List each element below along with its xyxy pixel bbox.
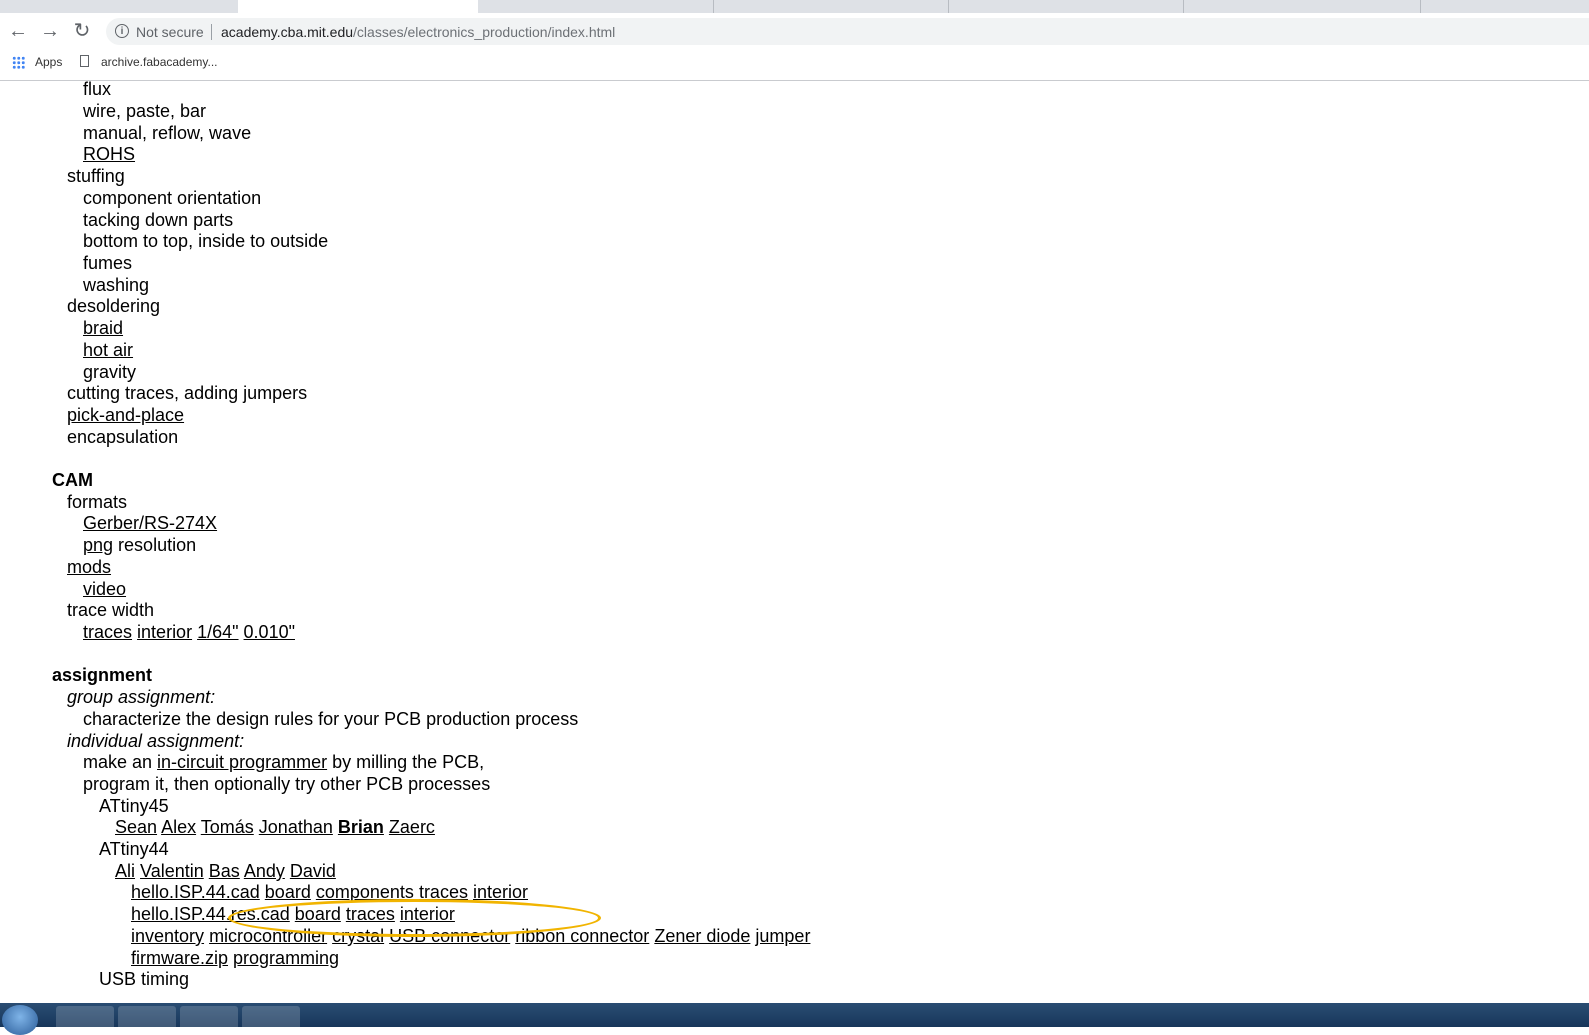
tab-active[interactable] (238, 0, 478, 13)
list-item: bottom to top, inside to outside (83, 231, 329, 251)
list-item: fumes (83, 253, 133, 273)
back-arrow-icon[interactable]: ← (6, 19, 30, 43)
link-width-0-010[interactable]: 0.010" (244, 622, 295, 642)
apps-grid-icon[interactable] (12, 56, 25, 69)
info-icon[interactable]: i (115, 24, 129, 38)
tab[interactable] (1183, 0, 1421, 13)
link-person[interactable]: Brian (338, 817, 384, 837)
link-microcontroller[interactable]: microcontroller (209, 926, 327, 946)
link-hello-isp-44-cad[interactable]: hello.ISP.44.cad (131, 882, 260, 902)
link-person[interactable]: Valentin (140, 861, 204, 881)
list-item: component orientation (83, 188, 262, 208)
taskbar-item[interactable] (180, 1006, 238, 1027)
list-item: trace width (67, 600, 155, 620)
browser-toolbar: ← → ↻ i Not secure academy.cba.mit.edu/c… (0, 13, 1589, 49)
page-content: flux wire, paste, bar manual, reflow, wa… (0, 81, 1589, 1003)
link-interior[interactable]: interior (137, 622, 192, 642)
chrome-icon[interactable] (118, 1006, 176, 1027)
list-item: ATtiny44 (99, 839, 169, 859)
list-item: stuffing (67, 166, 125, 186)
list-item: tacking down parts (83, 210, 234, 230)
list-item: cutting traces, adding jumpers (67, 383, 308, 403)
forward-arrow-icon[interactable]: → (38, 19, 62, 43)
link-firmware-zip[interactable]: firmware.zip (131, 948, 228, 968)
list-item: wire, paste, bar (83, 101, 207, 121)
link-gerber[interactable]: Gerber/RS-274X (83, 513, 217, 533)
bookmark-apps[interactable]: Apps (35, 55, 62, 69)
link-traces[interactable]: traces (419, 882, 468, 902)
link-inventory[interactable]: inventory (131, 926, 204, 946)
taskbar (0, 1003, 1589, 1035)
link-person[interactable]: Sean (115, 817, 157, 837)
link-person[interactable]: Tomás (201, 817, 254, 837)
link-hot-air[interactable]: hot air (83, 340, 133, 360)
link-person[interactable]: Ali (115, 861, 135, 881)
link-video[interactable]: video (83, 579, 126, 599)
security-label[interactable]: Not secure (136, 24, 204, 40)
section-heading-cam: CAM (52, 470, 93, 490)
document-icon[interactable] (80, 55, 89, 67)
list-item-text: by milling the PCB, (327, 752, 485, 772)
link-person[interactable]: Alex (161, 817, 196, 837)
list-item: USB timing (99, 969, 190, 989)
list-item: individual assignment: (67, 731, 245, 751)
url-text[interactable]: academy.cba.mit.edu/classes/electronics_… (221, 24, 615, 40)
list-item: ATtiny45 (99, 796, 169, 816)
list-item: group assignment: (67, 687, 216, 707)
url-host: academy.cba.mit.edu (221, 24, 354, 40)
tab[interactable] (948, 0, 1184, 13)
link-in-circuit-programmer[interactable]: in-circuit programmer (157, 752, 327, 772)
link-person[interactable]: Zaerc (389, 817, 435, 837)
list-item: program it, then optionally try other PC… (83, 774, 491, 794)
link-person[interactable]: Andy (244, 861, 285, 881)
link-braid[interactable]: braid (83, 318, 123, 338)
link-board[interactable]: board (265, 882, 311, 902)
link-ribbon-connector[interactable]: ribbon connector (515, 926, 649, 946)
list-item: washing (83, 275, 150, 295)
tab[interactable] (713, 0, 949, 13)
link-person[interactable]: David (290, 861, 336, 881)
taskbar-item[interactable] (242, 1006, 300, 1027)
link-traces[interactable]: traces (83, 622, 132, 642)
list-item: desoldering (67, 296, 161, 316)
list-item: gravity (83, 362, 137, 382)
link-interior[interactable]: interior (473, 882, 528, 902)
section-heading-assignment: assignment (52, 665, 153, 685)
link-mods[interactable]: mods (67, 557, 111, 577)
tab[interactable] (1420, 0, 1589, 13)
list-item-text: make an (83, 752, 158, 772)
address-bar[interactable]: i Not secure academy.cba.mit.edu/classes… (106, 18, 1589, 45)
link-rohs[interactable]: ROHS (83, 144, 135, 164)
list-item: formats (67, 492, 128, 512)
bookmark-archive[interactable]: archive.fabacademy... (101, 55, 218, 69)
list-item: manual, reflow, wave (83, 123, 252, 143)
link-board[interactable]: board (295, 904, 341, 924)
link-traces[interactable]: traces (346, 904, 395, 924)
list-item: characterize the design rules for your P… (83, 709, 579, 729)
link-width-1-64[interactable]: 1/64" (197, 622, 238, 642)
url-path: /classes/electronics_production/index.ht… (353, 24, 616, 40)
reload-icon[interactable]: ↻ (70, 19, 94, 43)
taskbar-item[interactable] (56, 1006, 114, 1027)
link-zener-diode[interactable]: Zener diode (654, 926, 750, 946)
link-components[interactable]: components (316, 882, 414, 902)
link-person[interactable]: Bas (209, 861, 240, 881)
link-person[interactable]: Jonathan (259, 817, 333, 837)
link-hello-isp-44-res-cad[interactable]: hello.ISP.44.res.cad (131, 904, 290, 924)
link-jumper[interactable]: jumper (755, 926, 810, 946)
start-button-icon[interactable] (2, 1005, 38, 1035)
divider (211, 24, 212, 40)
link-interior[interactable]: interior (400, 904, 455, 924)
list-item: flux (83, 81, 112, 99)
link-programming[interactable]: programming (233, 948, 339, 968)
link-png[interactable]: png (83, 535, 113, 555)
link-pick-and-place[interactable]: pick-and-place (67, 405, 184, 425)
list-item: encapsulation (67, 427, 179, 447)
link-usb-connector[interactable]: USB connector (389, 926, 510, 946)
tab-strip (0, 0, 1589, 13)
bookmarks-bar: Apps archive.fabacademy... (0, 49, 1589, 81)
link-crystal[interactable]: crystal (332, 926, 384, 946)
list-item-text: resolution (113, 535, 197, 555)
